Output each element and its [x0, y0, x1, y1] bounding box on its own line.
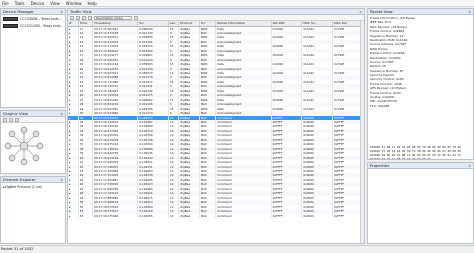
table-cell: 0x0000	[301, 213, 334, 218]
menu-device[interactable]: Device	[31, 1, 45, 6]
device-item[interactable]: CC2531USB - Texas Instr...	[1, 22, 65, 29]
menu-tools[interactable]: Tools	[15, 1, 25, 6]
filter-select[interactable]: Destination Addre	[94, 15, 132, 20]
close-icon[interactable]: ×	[60, 10, 63, 14]
table-cell: 0xFFFF	[271, 213, 303, 218]
device-item[interactable]: CC2530DK - Texas Instr...	[1, 15, 65, 22]
stop-icon[interactable]	[76, 15, 80, 20]
traffic-table: # Time Timestamp Src Len Protocol Src Packet In…	[68, 21, 364, 218]
close-icon[interactable]: ×	[60, 178, 63, 182]
device-chip-icon	[3, 23, 18, 28]
start-icon[interactable]	[70, 15, 74, 20]
vertical-scrollbar[interactable]	[360, 21, 364, 243]
close-icon[interactable]: ×	[60, 112, 63, 116]
graphic-toolbar	[1, 117, 65, 123]
device-manager-panel: Device Manager × CC2530DK - Texas Instr..…	[0, 8, 66, 108]
table-cell: 53	[78, 213, 94, 218]
table-cell: 12	[168, 213, 180, 218]
filter-apply-icon[interactable]	[134, 15, 138, 20]
clear-icon[interactable]	[82, 15, 86, 20]
close-icon[interactable]: ×	[468, 164, 471, 168]
menu-view[interactable]: View	[50, 1, 60, 6]
element-explorer-panel: Element Explorer × ▸ ZigBee Protocol (1 n…	[0, 176, 66, 244]
save-icon[interactable]	[88, 15, 92, 20]
packet-tree: Frame Information: (58 Bytes) IEEE 802.1…	[368, 15, 473, 109]
table-cell: 0.102485	[137, 213, 170, 218]
tree-node[interactable]: FCS: 0x6A8B	[370, 104, 471, 108]
hex-dump: 0x0000 61 88 13 62 1A 00 00 6F 79 48 02 …	[370, 145, 461, 160]
menu-file[interactable]: File	[2, 1, 9, 6]
table-cell: 00:17:18.275496	[92, 213, 139, 218]
table-cell: MAC	[199, 213, 217, 218]
zoom-out-icon[interactable]	[9, 117, 13, 122]
device-chip-icon	[3, 16, 18, 21]
table-row[interactable]: ▸ 53 00:17:18.275496 0.102485 12 ZigBee MAC Com…	[68, 213, 364, 218]
table-cell: 0xFFFF	[332, 213, 364, 218]
table-cell: ▸	[68, 213, 79, 218]
table-cell: Command	[215, 213, 272, 218]
explorer-item[interactable]: ▸ ZigBee Protocol (1 nw)	[1, 183, 65, 190]
close-icon[interactable]: ×	[359, 10, 362, 14]
menu-window[interactable]: Window	[66, 1, 82, 6]
menu-help[interactable]: Help	[88, 1, 97, 6]
properties-title: Properties ×	[368, 163, 473, 169]
network-graph[interactable]	[4, 126, 44, 166]
packet-view-panel: Packet View × Frame Information: (58 Byte…	[367, 8, 474, 160]
status-bar: Packet 31 of 1052	[0, 245, 474, 252]
close-icon[interactable]: ×	[468, 10, 471, 14]
graphic-view-panel: Graphic View ×	[0, 110, 66, 174]
hex-line: 0x0030 F2 38 6A 8B 00 00 00 00 00 00	[370, 157, 431, 160]
zoom-in-icon[interactable]	[3, 117, 7, 122]
table-cell: ZigBee	[178, 213, 200, 218]
menu-bar: File Tools Device View Window Help	[0, 0, 474, 7]
fit-icon[interactable]	[15, 117, 19, 122]
traffic-view-panel: Traffic View × Destination Addre # Time Tim…	[67, 8, 365, 244]
properties-panel: Properties ×	[367, 162, 474, 244]
